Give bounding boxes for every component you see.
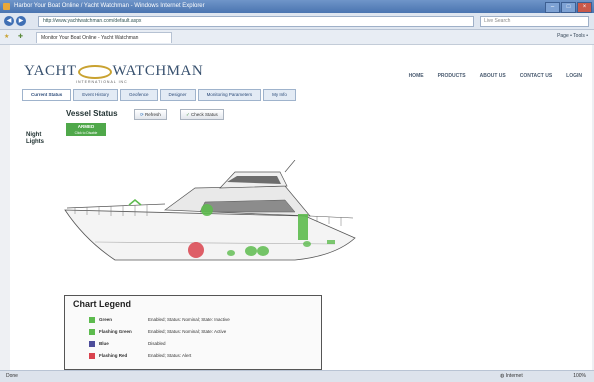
armed-label: ARMED: [77, 124, 95, 129]
legend-swatch-flashing-green: [89, 329, 95, 335]
nav-about-us[interactable]: ABOUT US: [480, 73, 506, 79]
sensor-cabin-green[interactable]: [201, 204, 213, 216]
nav-home[interactable]: HOME: [409, 73, 424, 79]
antenna: [284, 160, 296, 173]
tab-designer[interactable]: Designer: [159, 89, 196, 101]
minimize-icon[interactable]: –: [545, 2, 560, 13]
nav-login[interactable]: LOGIN: [566, 73, 582, 79]
armed-toggle[interactable]: ARMED Click to Disable: [66, 123, 106, 136]
status-text: Done: [6, 373, 18, 379]
sensor-stern-green[interactable]: [298, 214, 308, 240]
night-lights-label: Night Lights: [26, 132, 44, 145]
legend-title: Chart Legend: [73, 299, 132, 309]
legend-desc: Enabled; Status: Alert: [148, 353, 192, 358]
chart-legend: Chart Legend Green Enabled; Status: Nomi…: [64, 295, 322, 370]
tab-current-status[interactable]: Current Status: [22, 89, 72, 101]
boat-hull: [64, 209, 356, 261]
globe-icon: ◍: [500, 373, 505, 379]
nav-contact-us[interactable]: CONTACT US: [520, 73, 552, 79]
sensor-aft-green[interactable]: [303, 241, 311, 247]
window-title: Harbor Your Boat Online / Yacht Watchman…: [14, 3, 205, 9]
zoom-level[interactable]: 100%: [573, 371, 586, 382]
legend-desc: Enabled; Status: Nominal; State: Active: [148, 329, 227, 334]
check-icon: ✓: [186, 112, 190, 117]
sensor-hull-green-1[interactable]: [227, 250, 235, 256]
address-bar: ◀ ▶ http://www.yachtwatchman.com/default…: [0, 13, 594, 30]
logo-text-yacht: YACHT: [24, 63, 77, 79]
legend-swatch-flashing-red: [89, 353, 95, 359]
url-field[interactable]: http://www.yachtwatchman.com/default.asp…: [38, 16, 474, 27]
window-controls: – □ ×: [545, 2, 592, 13]
refresh-icon: ⟳: [140, 112, 144, 117]
legend-swatch-blue: [89, 341, 95, 347]
page-title: Vessel Status: [66, 109, 118, 118]
forward-icon[interactable]: ▶: [16, 16, 26, 26]
top-navigation: HOME PRODUCTS ABOUT US CONTACT US LOGIN: [409, 73, 582, 79]
sensor-transom-green[interactable]: [327, 240, 335, 244]
armed-sublabel: Click to Disable: [74, 131, 98, 135]
sensor-hull-green-2[interactable]: [245, 246, 257, 256]
legend-desc: Enabled; Status: Nominal; State: Inactiv…: [148, 317, 230, 322]
legend-desc: Disabled: [148, 341, 166, 346]
check-status-label: Check Status: [191, 112, 218, 117]
zone-label: Internet: [505, 373, 523, 379]
tab-monitoring-parameters[interactable]: Monitoring Parameters: [197, 89, 262, 101]
window-titlebar: Harbor Your Boat Online / Yacht Watchman…: [0, 0, 594, 13]
tab-my-info[interactable]: My Info: [263, 89, 296, 101]
logo-swoosh-icon: [77, 64, 112, 79]
nav-products[interactable]: PRODUCTS: [438, 73, 466, 79]
add-favorite-icon[interactable]: ✚: [18, 33, 23, 40]
legend-swatch-green: [89, 317, 95, 323]
security-zone: ◍ Internet: [500, 371, 523, 382]
refresh-button[interactable]: ⟳ Refresh: [134, 109, 167, 120]
status-bar: Done ◍ Internet 100%: [0, 370, 594, 382]
tab-event-history[interactable]: Event History: [73, 89, 119, 101]
favorites-star-icon[interactable]: ★: [4, 33, 9, 40]
browser-tab[interactable]: Monitor Your Boat Online - Yacht Watchma…: [36, 32, 172, 43]
tab-geofence[interactable]: Geofence: [120, 89, 158, 101]
close-icon[interactable]: ×: [577, 2, 592, 13]
ie-icon: [3, 3, 10, 10]
refresh-label: Refresh: [145, 112, 161, 117]
legend-name: Flashing Red: [99, 353, 128, 358]
check-status-button[interactable]: ✓ Check Status: [180, 109, 224, 120]
legend-name: Green: [99, 317, 113, 322]
logo-text-watchman: WATCHMAN: [112, 63, 204, 79]
command-bar[interactable]: Page • Tools •: [557, 33, 588, 39]
site-logo[interactable]: YACHT WATCHMAN INTERNATIONAL INC: [24, 63, 204, 84]
sub-navigation: Current Status Event History Geofence De…: [22, 89, 296, 101]
boat-diagram: [64, 160, 356, 261]
bow-rail: [66, 203, 166, 209]
logo-subtitle: INTERNATIONAL INC: [76, 80, 128, 84]
back-icon[interactable]: ◀: [4, 16, 14, 26]
legend-name: Flashing Green: [99, 329, 132, 334]
sensor-hull-green-3[interactable]: [257, 246, 269, 256]
cabin-windows: [199, 199, 296, 213]
sensor-bow-green[interactable]: [128, 199, 142, 206]
tab-bar: ★ ✚ Monitor Your Boat Online - Yacht Wat…: [0, 30, 594, 45]
maximize-icon[interactable]: □: [561, 2, 576, 13]
search-input[interactable]: Live Search: [480, 16, 589, 27]
sensor-hull-red-flashing[interactable]: [188, 242, 204, 258]
legend-name: Blue: [99, 341, 109, 346]
stern-rail: [309, 215, 354, 219]
